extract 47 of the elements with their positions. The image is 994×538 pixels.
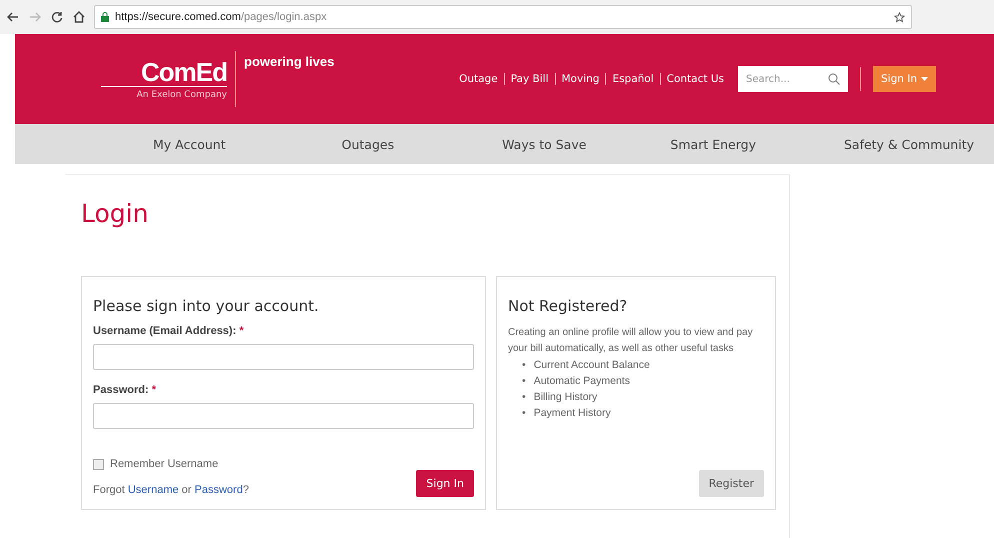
- url-path: /pages/login.aspx: [240, 11, 327, 23]
- register-button[interactable]: Register: [698, 470, 764, 497]
- logo: ComEd: [101, 58, 227, 87]
- description-text: Creating an online profile will allow you to view and pay your bill automatically, as well as other useful tasks: [508, 326, 754, 356]
- sign-in-button[interactable]: Sign In: [416, 470, 474, 497]
- header-link[interactable]: Outage: [459, 73, 498, 85]
- bullet: •: [522, 358, 526, 373]
- lock-icon: [101, 12, 109, 22]
- list-item: Payment History: [534, 406, 611, 421]
- input-field[interactable]: [93, 403, 474, 429]
- bullet: •: [522, 406, 526, 421]
- nav-link[interactable]: Ways to Save: [502, 136, 586, 152]
- password-link[interactable]: Password: [194, 484, 243, 496]
- header-link[interactable]: Español: [612, 73, 654, 85]
- tagline: powering lives: [244, 54, 334, 69]
- input-field[interactable]: [93, 344, 474, 370]
- nav-link[interactable]: Safety & Community: [844, 136, 974, 152]
- logo-subtitle: An Exelon Company: [136, 90, 227, 100]
- search-icon: [828, 73, 840, 85]
- home-icon[interactable]: [72, 10, 86, 24]
- caret-icon: [921, 77, 928, 81]
- bullet: •: [522, 374, 526, 389]
- list-item: Billing History: [534, 390, 598, 405]
- field-label: Password: *: [93, 384, 157, 396]
- username-link[interactable]: Username: [128, 484, 179, 496]
- star-icon[interactable]: [894, 12, 905, 22]
- list-item: Current Account Balance: [534, 358, 650, 373]
- header-link[interactable]: Contact Us: [666, 73, 724, 85]
- forgot-text: Forgot Username or Password?: [93, 484, 249, 496]
- back-icon[interactable]: [6, 10, 20, 24]
- nav-link[interactable]: Smart Energy: [670, 136, 756, 152]
- list-item: Automatic Payments: [534, 374, 630, 389]
- url-host: https://secure.comed.com: [115, 11, 241, 23]
- address-bar[interactable]: https://secure.comed.com/pages/login.aspx: [94, 5, 912, 29]
- card-title: Please sign into your account.: [93, 297, 320, 315]
- bullet: •: [522, 390, 526, 405]
- nav-link[interactable]: Outages: [342, 136, 394, 152]
- nav-link[interactable]: My Account: [153, 136, 226, 152]
- card-title: Not Registered?: [508, 297, 628, 315]
- field-label: Username (Email Address): *: [93, 325, 245, 337]
- header-link[interactable]: Pay Bill: [510, 73, 548, 85]
- checkbox[interactable]: [93, 458, 104, 470]
- search-field[interactable]: Search...: [738, 66, 848, 92]
- reload-icon[interactable]: [50, 10, 64, 24]
- header-link[interactable]: Moving: [562, 73, 600, 85]
- page-title: Login: [81, 199, 150, 228]
- checkbox-label: Remember Username: [110, 458, 218, 470]
